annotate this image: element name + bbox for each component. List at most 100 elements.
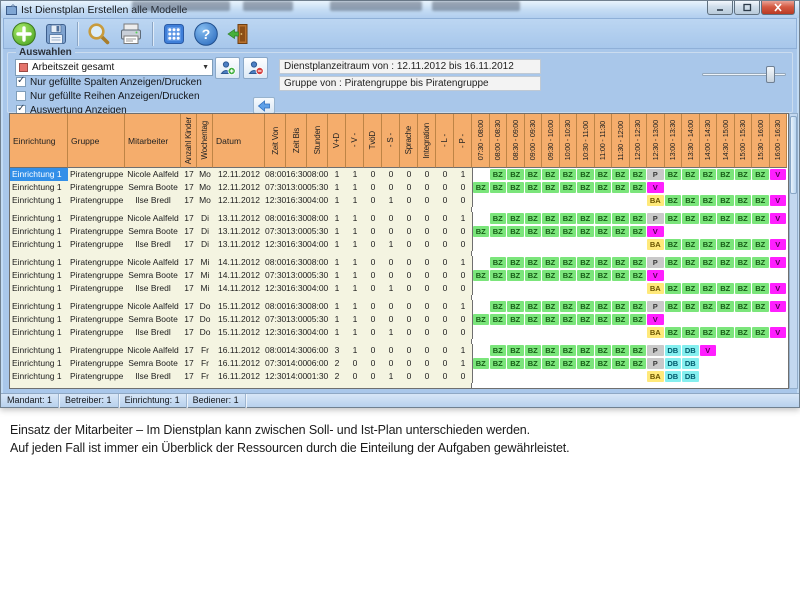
table-cell[interactable]: 17 xyxy=(181,168,197,181)
slot-cell[interactable]: BZ xyxy=(630,225,648,238)
slot-cell[interactable] xyxy=(612,194,630,207)
slot-cell[interactable]: BZ xyxy=(700,194,718,207)
slot-cell[interactable] xyxy=(490,370,508,383)
slot-cell[interactable]: BZ xyxy=(472,181,490,194)
slot-cell[interactable]: DB xyxy=(682,370,700,383)
new-button[interactable] xyxy=(10,20,38,48)
table-cell[interactable]: 0 xyxy=(382,269,400,282)
slot-cell[interactable] xyxy=(472,300,490,313)
slot-cell[interactable]: BZ xyxy=(472,269,490,282)
table-cell[interactable]: 0 xyxy=(436,194,454,207)
table-cell[interactable]: Einrichtung 1 xyxy=(10,370,68,383)
table-cell[interactable]: 0 xyxy=(400,357,418,370)
slot-cell[interactable] xyxy=(770,313,788,326)
slot-cell[interactable]: DB xyxy=(665,370,683,383)
slot-cell[interactable]: BZ xyxy=(735,256,753,269)
table-cell[interactable]: 0 xyxy=(454,282,472,295)
table-cell[interactable]: Piratengruppe xyxy=(68,300,125,313)
slot-cell[interactable]: BZ xyxy=(507,269,525,282)
slot-cell[interactable] xyxy=(577,238,595,251)
table-cell[interactable]: 0 xyxy=(436,238,454,251)
remove-person-button[interactable] xyxy=(243,57,268,79)
table-cell[interactable]: Piratengruppe xyxy=(68,326,125,339)
table-cell[interactable]: 14.11.2012 xyxy=(213,282,265,295)
table-cell[interactable]: 0 xyxy=(436,300,454,313)
slot-cell[interactable] xyxy=(735,181,753,194)
table-cell[interactable]: 0 xyxy=(400,300,418,313)
slot-cell[interactable]: BZ xyxy=(472,225,490,238)
table-cell[interactable]: 04:00 xyxy=(307,238,328,251)
table-cell[interactable]: Semra Boote xyxy=(125,269,181,282)
table-cell[interactable]: 1 xyxy=(346,238,364,251)
table-cell[interactable]: 16:30 xyxy=(286,326,307,339)
table-cell[interactable]: 16:30 xyxy=(286,282,307,295)
slot-cell[interactable]: BZ xyxy=(700,282,718,295)
table-cell[interactable]: 0 xyxy=(436,181,454,194)
slot-cell[interactable]: BZ xyxy=(490,357,508,370)
table-cell[interactable]: 05:30 xyxy=(307,225,328,238)
table-cell[interactable]: 1 xyxy=(328,212,346,225)
slot-cell[interactable] xyxy=(717,344,735,357)
table-cell[interactable]: 1 xyxy=(454,300,472,313)
slot-cell[interactable]: BZ xyxy=(700,300,718,313)
table-cell[interactable]: 13:00 xyxy=(286,269,307,282)
slot-cell[interactable] xyxy=(770,225,788,238)
table-cell[interactable]: 1 xyxy=(346,212,364,225)
slot-cell[interactable]: BZ xyxy=(665,300,683,313)
slot-cell[interactable]: P xyxy=(647,357,665,370)
slot-cell[interactable] xyxy=(700,181,718,194)
slot-cell[interactable] xyxy=(525,282,543,295)
table-cell[interactable]: 14.11.2012 xyxy=(213,269,265,282)
table-cell[interactable]: 0 xyxy=(454,225,472,238)
checkbox-filled-rows[interactable]: ✓ Nur gefüllte Reihen Anzeigen/Drucken xyxy=(16,90,200,102)
table-cell[interactable]: 16:30 xyxy=(286,212,307,225)
table-cell[interactable]: 0 xyxy=(418,313,436,326)
slot-cell[interactable]: V xyxy=(700,344,718,357)
table-cell[interactable]: 04:00 xyxy=(307,282,328,295)
slot-cell[interactable] xyxy=(735,269,753,282)
slot-cell[interactable] xyxy=(752,269,770,282)
slot-cell[interactable] xyxy=(542,282,560,295)
slot-cell[interactable] xyxy=(682,313,700,326)
table-cell[interactable]: Einrichtung 1 xyxy=(10,168,68,181)
table-cell[interactable]: 0 xyxy=(436,269,454,282)
slot-cell[interactable]: BZ xyxy=(595,344,613,357)
table-cell[interactable]: 0 xyxy=(364,194,382,207)
table-cell[interactable]: 0 xyxy=(382,168,400,181)
slot-cell[interactable] xyxy=(490,326,508,339)
checkbox-box[interactable]: ✓ xyxy=(16,77,26,87)
table-cell[interactable]: 15.11.2012 xyxy=(213,313,265,326)
slot-cell[interactable]: BZ xyxy=(752,212,770,225)
table-cell[interactable]: Einrichtung 1 xyxy=(10,238,68,251)
table-cell[interactable]: 07:30 xyxy=(265,357,286,370)
slot-cell[interactable]: BZ xyxy=(542,212,560,225)
slot-cell[interactable]: BZ xyxy=(717,212,735,225)
slot-cell[interactable] xyxy=(717,313,735,326)
scrollbar-thumb[interactable] xyxy=(790,116,797,194)
slot-cell[interactable]: P xyxy=(647,256,665,269)
table-cell[interactable]: 16:30 xyxy=(286,300,307,313)
table-cell[interactable]: Semra Boote xyxy=(125,313,181,326)
slot-cell[interactable]: BZ xyxy=(560,256,578,269)
slot-cell[interactable]: BZ xyxy=(542,256,560,269)
table-cell[interactable]: 08:00 xyxy=(307,212,328,225)
table-cell[interactable]: 1 xyxy=(346,326,364,339)
slot-cell[interactable] xyxy=(630,282,648,295)
table-cell[interactable]: Mo xyxy=(197,194,213,207)
table-cell[interactable]: 0 xyxy=(364,300,382,313)
table-cell[interactable]: 0 xyxy=(382,181,400,194)
slot-cell[interactable]: BZ xyxy=(682,256,700,269)
table-cell[interactable]: Nicole Aalfeld xyxy=(125,344,181,357)
table-cell[interactable]: 0 xyxy=(418,256,436,269)
table-cell[interactable]: Piratengruppe xyxy=(68,256,125,269)
slot-cell[interactable]: BZ xyxy=(700,326,718,339)
slot-cell[interactable]: BZ xyxy=(577,313,595,326)
slot-cell[interactable]: BZ xyxy=(665,326,683,339)
slot-cell[interactable] xyxy=(472,344,490,357)
slot-cell[interactable] xyxy=(490,282,508,295)
slot-cell[interactable] xyxy=(735,313,753,326)
slot-cell[interactable]: BZ xyxy=(472,313,490,326)
slot-cell[interactable]: BZ xyxy=(595,256,613,269)
slot-cell[interactable]: BZ xyxy=(612,344,630,357)
table-cell[interactable]: 1 xyxy=(346,225,364,238)
